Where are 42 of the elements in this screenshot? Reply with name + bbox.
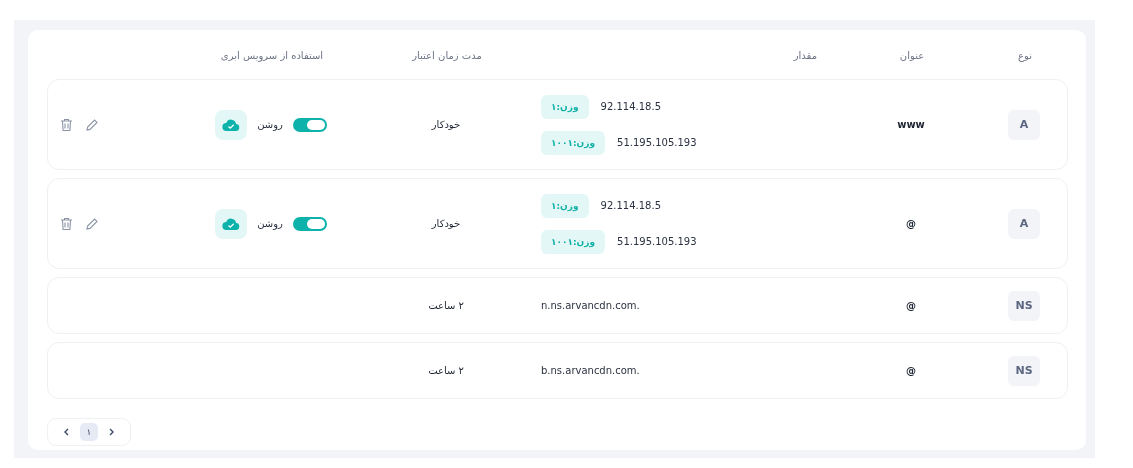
record-name: @ bbox=[906, 300, 916, 311]
toggle-label: روشن bbox=[257, 218, 283, 229]
chevron-right-icon bbox=[108, 428, 114, 436]
record-type: A bbox=[1008, 109, 1040, 140]
record-value: 92.114.18.5 bbox=[600, 101, 661, 112]
cloud-button[interactable] bbox=[215, 109, 248, 140]
column-header: مقدار bbox=[792, 49, 818, 61]
record-value: 51.195.105.193 bbox=[617, 236, 697, 247]
record-value: 92.114.18.5 bbox=[600, 200, 661, 211]
toggle-label: روشن bbox=[257, 119, 283, 130]
cloud-check-icon bbox=[222, 117, 241, 132]
toggle-switch[interactable] bbox=[292, 216, 327, 231]
weight-badge: وزن:۱ bbox=[541, 193, 589, 218]
cloud-button[interactable] bbox=[215, 208, 248, 239]
record-type: A bbox=[1008, 208, 1040, 239]
weight-badge: وزن:۱۰۰۱ bbox=[541, 229, 606, 254]
chevron-left-icon bbox=[64, 428, 70, 436]
record-value: b.ns.arvancdn.com. bbox=[541, 365, 640, 376]
record-value: n.ns.arvancdn.com. bbox=[541, 300, 640, 311]
weight-badge: وزن:۱ bbox=[541, 94, 589, 119]
ttl-text: ۲ ساعت bbox=[428, 365, 464, 376]
record-name: www bbox=[897, 119, 925, 130]
record-type: NS bbox=[1008, 355, 1040, 386]
ttl-text: خودکار bbox=[431, 218, 461, 229]
ttl-text: ۲ ساعت bbox=[428, 300, 464, 311]
edit-icon[interactable] bbox=[85, 117, 99, 132]
column-header: استفاده از سرویس ابری bbox=[219, 49, 325, 61]
delete-icon[interactable] bbox=[60, 117, 73, 132]
delete-icon[interactable] bbox=[60, 216, 73, 231]
column-header: نوع bbox=[1017, 49, 1033, 61]
column-header: مدت زمان اعتبار bbox=[410, 49, 483, 61]
toggle-switch[interactable] bbox=[292, 117, 327, 132]
ttl-text: خودکار bbox=[431, 119, 461, 130]
column-header: عنوان bbox=[898, 49, 926, 61]
weight-badge: وزن:۱۰۰۱ bbox=[541, 130, 606, 155]
record-value: 51.195.105.193 bbox=[617, 137, 697, 148]
record-type: NS bbox=[1008, 290, 1040, 321]
edit-icon[interactable] bbox=[85, 216, 99, 231]
record-name: @ bbox=[906, 218, 916, 229]
page-button[interactable]: ۱ bbox=[80, 423, 98, 441]
cloud-check-icon bbox=[222, 216, 241, 231]
record-name: @ bbox=[906, 365, 916, 376]
